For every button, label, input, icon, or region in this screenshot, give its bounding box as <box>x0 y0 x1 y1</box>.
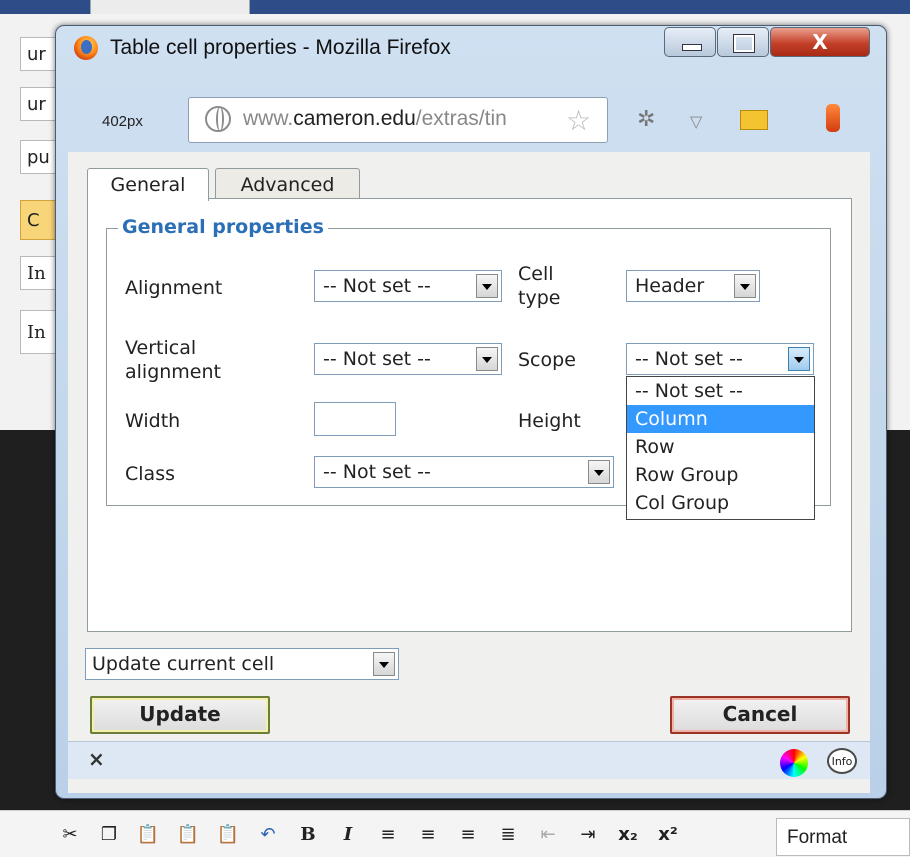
chevron-down-icon <box>373 652 395 676</box>
background-top-tab <box>90 0 250 14</box>
globe-icon <box>205 106 231 132</box>
vertical-alignment-select[interactable]: -- Not set -- <box>314 343 502 375</box>
vertical-alignment-label: Vertical alignment <box>125 337 221 383</box>
scope-option-col-group[interactable]: Col Group <box>627 489 814 517</box>
minimize-button[interactable] <box>664 27 716 57</box>
chevron-down-icon <box>734 274 756 298</box>
cell-type-select[interactable]: Header <box>626 270 760 302</box>
window-title: Table cell properties - Mozilla Firefox <box>110 36 451 59</box>
addon-icon[interactable]: ✲ <box>637 107 655 132</box>
addon-bottle-icon[interactable] <box>826 104 840 132</box>
scope-dropdown-list: -- Not set -- Column Row Row Group Col G… <box>626 376 815 520</box>
width-input[interactable] <box>314 402 396 436</box>
chevron-down-icon <box>476 274 498 298</box>
update-button[interactable]: Update <box>90 696 270 734</box>
chevron-down-icon <box>588 460 610 484</box>
maximize-button[interactable] <box>717 27 769 57</box>
ruler-icon[interactable] <box>740 110 768 130</box>
chevron-down-icon <box>788 347 810 371</box>
paste-text-icon[interactable]: 📋 <box>176 822 200 846</box>
fieldset-legend: General properties <box>118 216 328 238</box>
subscript-icon[interactable]: x₂ <box>616 822 640 846</box>
chevron-down-icon <box>476 347 498 371</box>
format-select[interactable]: Format <box>776 818 910 856</box>
close-window-button[interactable]: X <box>770 27 870 57</box>
bold-icon[interactable]: B <box>296 822 320 846</box>
undo-icon[interactable]: ↶ <box>256 822 280 846</box>
class-select[interactable]: -- Not set -- <box>314 456 614 488</box>
bookmark-star-icon[interactable]: ☆ <box>566 104 591 137</box>
paste-icon[interactable]: 📋 <box>136 822 160 846</box>
superscript-icon[interactable]: x² <box>656 822 680 846</box>
italic-icon[interactable]: I <box>336 822 360 846</box>
width-label: Width <box>125 410 181 432</box>
paste-word-icon[interactable]: 📋 <box>216 822 240 846</box>
background-top-bar <box>0 0 910 14</box>
firefox-logo-icon <box>74 36 98 60</box>
cut-icon[interactable]: ✂ <box>58 822 82 846</box>
size-indicator: 402px <box>102 113 143 130</box>
class-label: Class <box>125 463 175 485</box>
outdent-icon[interactable]: ⇤ <box>536 822 560 846</box>
copy-icon[interactable]: ❐ <box>97 822 121 846</box>
scope-label: Scope <box>518 349 576 371</box>
indent-icon[interactable]: ⇥ <box>576 822 600 846</box>
alignment-label: Alignment <box>125 277 223 299</box>
info-icon[interactable]: Info <box>827 748 857 774</box>
scope-option-column[interactable]: Column <box>627 405 814 433</box>
chevron-down-icon[interactable]: ▽ <box>690 112 702 131</box>
align-center-icon[interactable]: ≡ <box>416 822 440 846</box>
align-left-icon[interactable]: ≡ <box>376 822 400 846</box>
status-bar <box>68 741 870 779</box>
scope-option-row[interactable]: Row <box>627 433 814 461</box>
tab-advanced[interactable]: Advanced <box>215 168 360 200</box>
scope-option-not-set[interactable]: -- Not set -- <box>627 377 814 405</box>
url-text[interactable]: www.cameron.edu/extras/tin <box>243 107 563 131</box>
tab-general[interactable]: General <box>87 168 209 201</box>
align-right-icon[interactable]: ≡ <box>456 822 480 846</box>
scope-select[interactable]: -- Not set -- <box>626 343 814 375</box>
action-select[interactable]: Update current cell <box>85 648 399 680</box>
cell-type-label: Cell type <box>518 263 561 309</box>
scope-option-row-group[interactable]: Row Group <box>627 461 814 489</box>
color-wheel-icon[interactable] <box>780 749 808 777</box>
align-justify-icon[interactable]: ≣ <box>496 822 520 846</box>
cancel-button[interactable]: Cancel <box>670 696 850 734</box>
height-label: Height <box>518 410 581 432</box>
close-icon[interactable]: × <box>88 747 105 771</box>
alignment-select[interactable]: -- Not set -- <box>314 270 502 302</box>
